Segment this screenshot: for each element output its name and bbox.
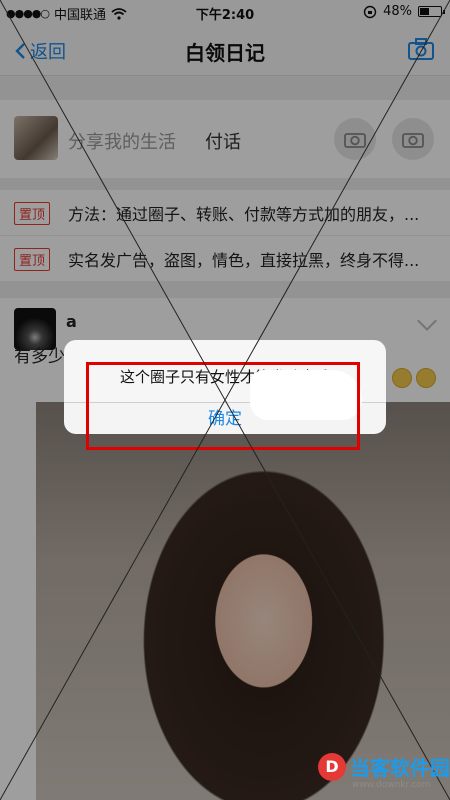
cross-mark [0, 0, 450, 800]
watermark: D 当客软件园 [318, 752, 450, 781]
watermark-text: 当客软件园 [350, 756, 450, 780]
watermark-url: www.downkr.com [352, 780, 431, 790]
watermark-logo-icon: D [318, 752, 346, 781]
